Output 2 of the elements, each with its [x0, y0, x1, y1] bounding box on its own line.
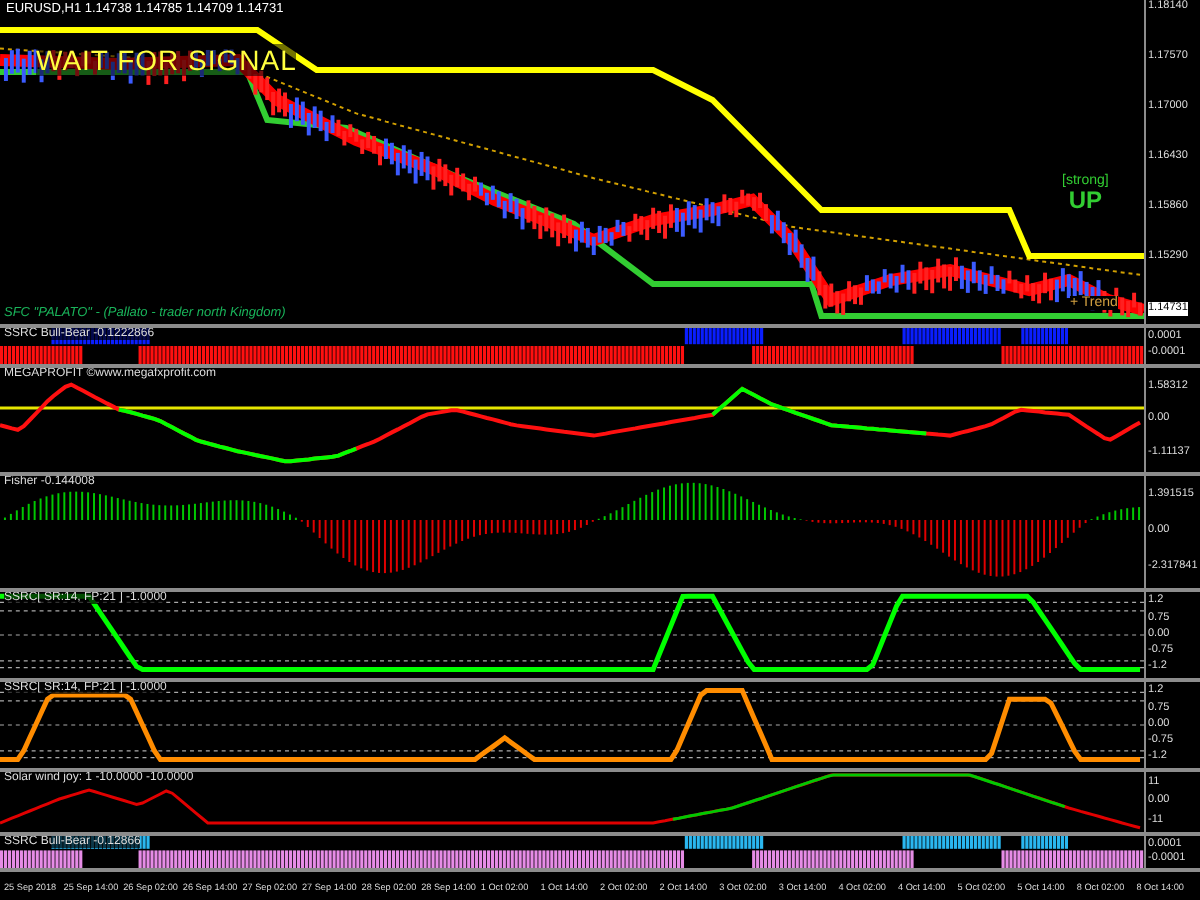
direction-label: UP: [1068, 188, 1103, 212]
signal-text: WAIT FOR SIGNAL: [36, 44, 297, 76]
